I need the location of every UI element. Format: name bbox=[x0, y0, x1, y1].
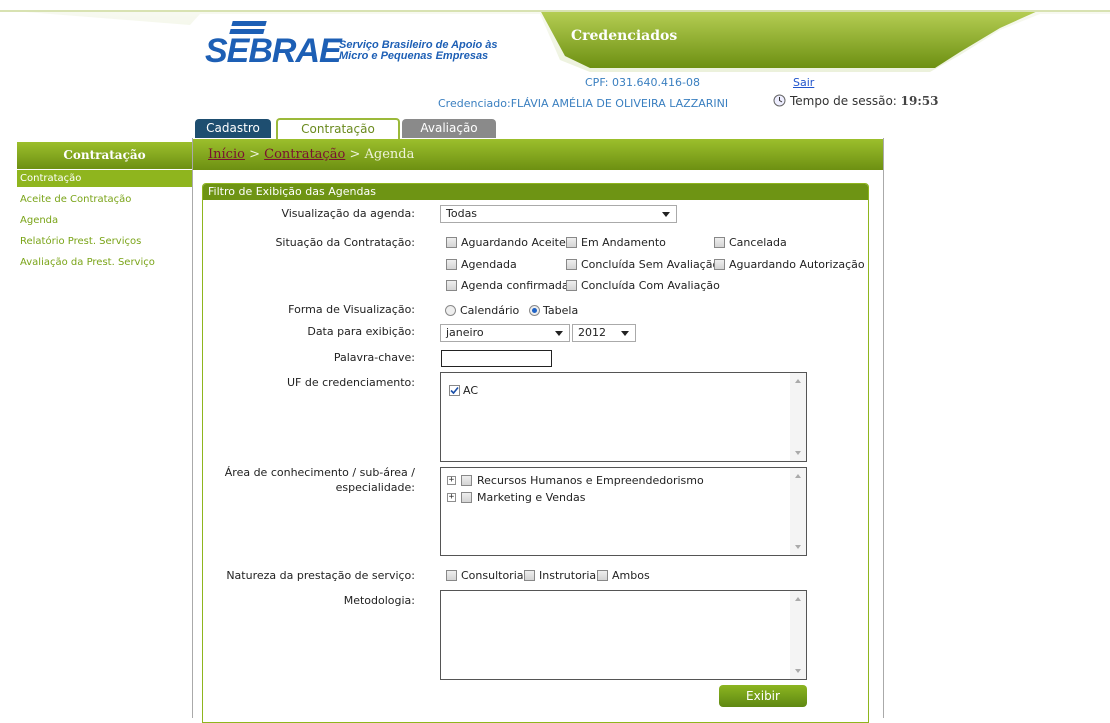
breadcrumb-separator: > bbox=[249, 147, 260, 162]
clock-icon bbox=[773, 94, 786, 107]
checkbox-instrutoria[interactable] bbox=[524, 570, 535, 581]
checkbox-area-marketing[interactable] bbox=[461, 492, 472, 503]
scroll-up-icon bbox=[795, 597, 801, 601]
checkbox-label: Em Andamento bbox=[581, 236, 666, 249]
metodologia-textarea[interactable] bbox=[440, 590, 807, 680]
breadcrumb-separator: > bbox=[349, 147, 361, 162]
app-title: Credenciados bbox=[571, 28, 678, 44]
session-label: Tempo de sessão: bbox=[790, 94, 897, 108]
chevron-down-icon bbox=[621, 331, 629, 336]
sidebar-item-agenda[interactable]: Agenda bbox=[20, 215, 58, 226]
area-item-label: Marketing e Vendas bbox=[477, 491, 586, 504]
checkbox-label: Agendada bbox=[461, 258, 517, 271]
palavra-chave-input[interactable] bbox=[441, 350, 552, 367]
sidebar-item-avaliacao[interactable]: Avaliação da Prest. Serviço bbox=[20, 257, 155, 268]
breadcrumb-home-link[interactable]: Início bbox=[208, 147, 245, 162]
checkbox-concluida-sem-avaliacao[interactable] bbox=[566, 259, 577, 270]
palavra-label: Palavra-chave: bbox=[333, 351, 415, 364]
session-timer: Tempo de sessão: 19:53 bbox=[790, 94, 938, 108]
radio-tabela[interactable] bbox=[529, 305, 540, 316]
ano-value: 2012 bbox=[578, 326, 606, 339]
checkbox-area-rh[interactable] bbox=[461, 475, 472, 486]
breadcrumb-current: Agenda bbox=[364, 147, 415, 162]
situacao-label: Situação da Contratação: bbox=[275, 236, 415, 249]
uf-label-ac: AC bbox=[463, 384, 479, 397]
chevron-down-icon bbox=[555, 331, 563, 336]
uf-list[interactable]: AC bbox=[440, 372, 807, 462]
chevron-down-icon bbox=[662, 212, 670, 217]
exibir-button[interactable]: Exibir bbox=[719, 685, 807, 707]
checkbox-cancelada[interactable] bbox=[714, 237, 725, 248]
cpf-label: CPF: 031.640.416-08 bbox=[585, 76, 700, 89]
mes-value: janeiro bbox=[446, 326, 484, 339]
checkbox-concluida-com-avaliacao[interactable] bbox=[566, 280, 577, 291]
scroll-down-icon bbox=[795, 451, 801, 455]
visualizacao-select[interactable]: Todas bbox=[440, 205, 677, 223]
checkbox-uf-ac[interactable] bbox=[449, 385, 460, 396]
checkbox-label: Instrutoria bbox=[539, 569, 597, 582]
breadcrumb: Início > Contratação > Agenda bbox=[208, 147, 414, 162]
area-label-line-1: Área de conhecimento / sub-área / bbox=[224, 466, 415, 479]
session-time: 19:53 bbox=[900, 94, 939, 108]
radio-label: Tabela bbox=[543, 304, 579, 317]
breadcrumb-section-link[interactable]: Contratação bbox=[264, 147, 345, 162]
tagline-line-2: Micro e Pequenas Empresas bbox=[339, 50, 489, 62]
scroll-up-icon bbox=[795, 474, 801, 478]
checkbox-ambos[interactable] bbox=[597, 570, 608, 581]
natureza-label: Natureza da prestação de serviço: bbox=[226, 569, 415, 582]
scrollbar[interactable] bbox=[790, 468, 806, 555]
area-tree[interactable]: + Recursos Humanos e Empreendedorismo + … bbox=[440, 467, 807, 556]
checkbox-label: Cancelada bbox=[729, 236, 787, 249]
forma-label: Forma de Visualização: bbox=[288, 303, 415, 316]
checkbox-agenda-confirmada[interactable] bbox=[446, 280, 457, 291]
sidebar-title: Contratação bbox=[17, 142, 192, 169]
expand-icon[interactable]: + bbox=[447, 476, 456, 485]
tab-avaliacao[interactable]: Avaliação bbox=[402, 119, 496, 138]
sidebar-item-relatorio[interactable]: Relatório Prest. Serviços bbox=[20, 236, 141, 247]
area-label-line-2: especialidade: bbox=[335, 481, 415, 494]
ano-select[interactable]: 2012 bbox=[572, 324, 636, 342]
checkbox-label: Concluída Com Avaliação bbox=[581, 279, 720, 292]
credenciado-name: Credenciado:FLÁVIA AMÉLIA DE OLIVEIRA LA… bbox=[438, 97, 729, 110]
visualizacao-value: Todas bbox=[446, 207, 478, 220]
filter-title: Filtro de Exibição das Agendas bbox=[203, 184, 868, 200]
tab-contratacao[interactable]: Contratação bbox=[276, 118, 400, 139]
radio-label: Calendário bbox=[460, 304, 520, 317]
sidebar-item-contratacao[interactable]: Contratação bbox=[20, 173, 81, 184]
checkbox-label: Ambos bbox=[612, 569, 650, 582]
header-banner bbox=[0, 10, 1110, 72]
expand-icon[interactable]: + bbox=[447, 493, 456, 502]
checkbox-consultoria[interactable] bbox=[446, 570, 457, 581]
checkbox-label: Aguardando Autorização bbox=[729, 258, 865, 271]
scroll-down-icon bbox=[795, 669, 801, 673]
mes-select[interactable]: janeiro bbox=[440, 324, 570, 342]
checkbox-label: Aguardando Aceite bbox=[461, 236, 566, 249]
uf-label: UF de credenciamento: bbox=[287, 376, 415, 389]
scrollbar[interactable] bbox=[790, 373, 806, 461]
scroll-up-icon bbox=[795, 379, 801, 383]
checkbox-agendada[interactable] bbox=[446, 259, 457, 270]
scroll-down-icon bbox=[795, 545, 801, 549]
sidebar-item-aceite[interactable]: Aceite de Contratação bbox=[20, 194, 131, 205]
logout-link[interactable]: Sair bbox=[793, 76, 814, 89]
tab-cadastro[interactable]: Cadastro bbox=[195, 119, 271, 138]
checkbox-em-andamento[interactable] bbox=[566, 237, 577, 248]
checkbox-aguardando-autorizacao[interactable] bbox=[714, 259, 725, 270]
radio-calendario[interactable] bbox=[445, 305, 456, 316]
sebrae-logo: SEBRAE bbox=[205, 32, 342, 70]
visualizacao-label: Visualização da agenda: bbox=[281, 207, 415, 220]
checkbox-label: Consultoria bbox=[461, 569, 524, 582]
data-label: Data para exibição: bbox=[307, 325, 415, 338]
metodologia-label: Metodologia: bbox=[343, 594, 415, 607]
area-label: Área de conhecimento / sub-área / especi… bbox=[225, 465, 415, 495]
area-item-label: Recursos Humanos e Empreendedorismo bbox=[477, 474, 704, 487]
checkbox-aguardando-aceite[interactable] bbox=[446, 237, 457, 248]
checkbox-label: Agenda confirmada bbox=[461, 279, 569, 292]
checkbox-label: Concluída Sem Avaliação bbox=[581, 258, 720, 271]
check-icon bbox=[450, 386, 459, 395]
sebrae-tagline: Serviço Brasileiro de Apoio às Micro e P… bbox=[339, 40, 498, 62]
scrollbar[interactable] bbox=[790, 591, 806, 679]
